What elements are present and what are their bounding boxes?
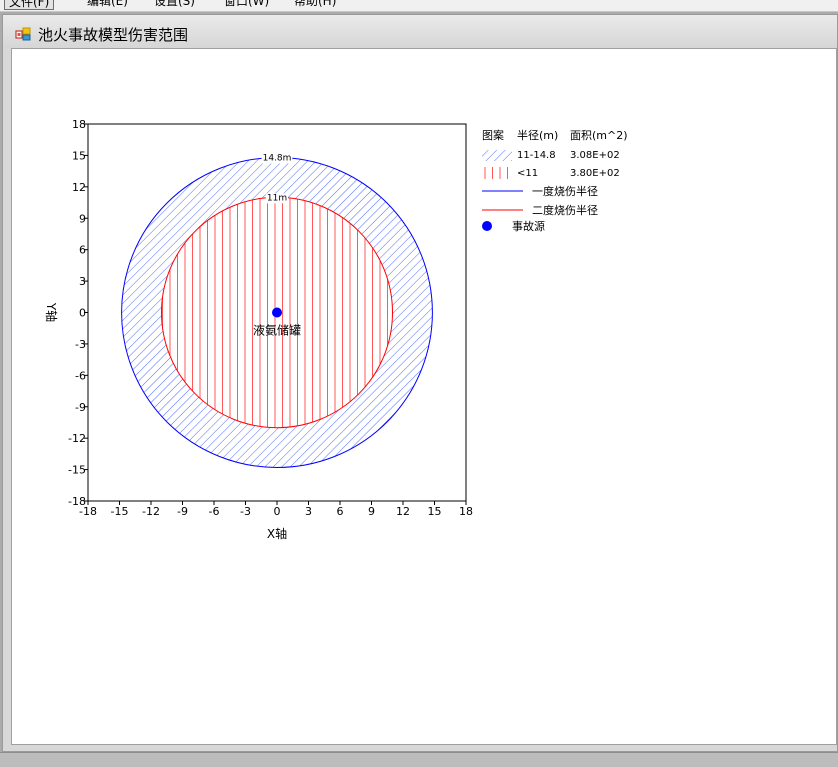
x-tick-label-10: 12 <box>396 505 410 518</box>
menu-edit[interactable]: 编辑(E) <box>83 0 132 8</box>
status-strip <box>0 752 838 767</box>
x-tick-label-9: 9 <box>368 505 375 518</box>
ring-label-1: 11m <box>267 193 287 203</box>
y-tick-label-5: -3 <box>75 338 86 351</box>
x-tick-label-5: -3 <box>240 505 251 518</box>
x-tick-label-3: -9 <box>177 505 188 518</box>
legend-radius-2: <11 <box>517 168 538 179</box>
legend-radius-1: 11-14.8 <box>517 150 556 161</box>
y-tick-label-11: 15 <box>72 149 86 162</box>
app-icon <box>15 27 31 41</box>
menu-bar: 文件(F) 编辑(E) 设置(S) 窗口(W) 帮助(H) <box>0 0 838 12</box>
x-tick-label-8: 6 <box>337 505 344 518</box>
legend-label-first-degree: 一度烧伤半径 <box>532 184 598 198</box>
y-tick-label-12: 18 <box>72 118 86 131</box>
y-tick-label-10: 12 <box>72 181 86 194</box>
chart-svg: -18-18-15-15-12-12-9-9-6-6-3-30033669912… <box>44 118 628 541</box>
x-tick-label-11: 15 <box>428 505 442 518</box>
y-tick-label-1: -15 <box>68 464 86 477</box>
source-point-0 <box>272 307 282 318</box>
x-tick-label-4: -6 <box>209 505 220 518</box>
legend-header-radius: 半径(m) <box>517 128 558 142</box>
ring-label-0: 14.8m <box>263 154 292 164</box>
y-tick-label-4: -6 <box>75 369 86 382</box>
y-tick-label-8: 6 <box>79 244 86 257</box>
y-tick-label-9: 9 <box>79 212 86 225</box>
y-axis-title: Y轴 <box>44 302 59 322</box>
menu-file[interactable]: 文件(F) <box>4 0 55 10</box>
legend-header-area: 面积(m^2) <box>570 129 628 142</box>
y-tick-label-2: -12 <box>68 432 86 445</box>
chart-panel: -18 -18 -15 -15 -12 -12 -9 -9 -6 -6 -3 -3 0 0 3 3 6 6 9 9 12… <box>11 48 837 745</box>
x-tick-label-12: 18 <box>459 505 473 518</box>
menu-settings[interactable]: 设置(S) <box>150 0 199 8</box>
x-axis-title: X轴 <box>267 526 287 541</box>
y-tick-label-6: 0 <box>79 307 86 320</box>
x-tick-label-1: -15 <box>111 505 129 518</box>
y-tick-label-0: -18 <box>68 495 86 508</box>
window-titlebar[interactable]: 池火事故模型伤害范围 <box>3 15 837 48</box>
y-tick-label-7: 3 <box>79 275 86 288</box>
legend: 图案 半径(m) 面积(m^2) 11-14.8 3.08E+02 <11 3.… <box>482 128 628 233</box>
plot-area: -18-18-15-15-12-12-9-9-6-6-3-30033669912… <box>68 118 473 518</box>
y-tick-label-3: -9 <box>75 401 86 414</box>
menu-window[interactable]: 窗口(W) <box>220 0 273 8</box>
x-tick-label-2: -12 <box>142 505 160 518</box>
legend-header-pattern: 图案 <box>482 128 504 142</box>
legend-symbol-blue-dot <box>482 221 492 231</box>
source-label-0: 液氨储罐 <box>253 323 301 338</box>
x-tick-label-7: 3 <box>305 505 312 518</box>
legend-label-second-degree: 二度烧伤半径 <box>532 203 598 217</box>
legend-area-2: 3.80E+02 <box>570 168 620 179</box>
legend-symbol-vertical-hatch <box>482 167 512 179</box>
legend-symbol-diagonal-hatch <box>482 150 512 161</box>
menu-help[interactable]: 帮助(H) <box>290 0 340 8</box>
child-window: 池火事故模型伤害范围 -18 -18 -15 -15 -12 -12 -9 -9 -6 -6 -3-… <box>2 14 838 752</box>
legend-area-1: 3.08E+02 <box>570 150 620 161</box>
x-tick-label-6: 0 <box>274 505 281 518</box>
legend-label-source: 事故源 <box>512 219 545 233</box>
window-title: 池火事故模型伤害范围 <box>38 26 189 44</box>
